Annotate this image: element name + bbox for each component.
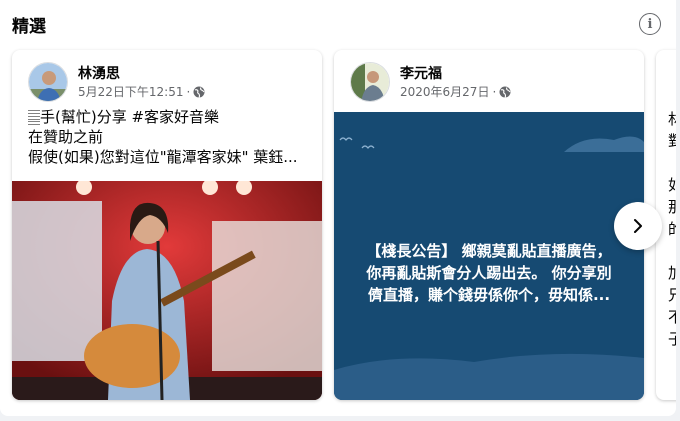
post-photo[interactable]	[12, 181, 322, 400]
post-text-background[interactable]: 【棧長公告】 鄉親莫亂貼直播廣告， 你再亂貼斯會分人踢出去。 你分享別 儕直播，…	[334, 112, 644, 400]
post-header: 林湧思 5月22日下午12:51 ·	[28, 62, 205, 102]
post-text: 𝄛手(幫忙)分享 #客家好音樂 在贊助之前 假使(如果)您對這位"龍潭客家妹" …	[28, 107, 318, 167]
info-icon[interactable]: i	[639, 13, 661, 35]
globe-icon	[499, 86, 511, 98]
featured-post-card[interactable]: 林湧思 5月22日下午12:51 · 𝄛手(幫忙)分享 #客家好音樂 在贊助之前…	[12, 50, 322, 400]
avatar[interactable]	[28, 62, 68, 102]
post-meta: 5月22日下午12:51 ·	[78, 84, 205, 100]
author-name[interactable]: 林湧思	[78, 65, 205, 83]
avatar[interactable]	[350, 62, 390, 102]
post-date[interactable]: 5月22日下午12:51	[78, 84, 184, 100]
section-title: 精選	[12, 16, 46, 37]
chevron-right-icon	[634, 219, 642, 233]
post-text-line: 𝄛手(幫忙)分享 #客家好音樂	[28, 108, 220, 126]
post-header: 李元福 2020年6月27日 ·	[350, 62, 511, 102]
globe-icon	[193, 86, 205, 98]
next-arrow-button[interactable]	[614, 202, 662, 250]
post-text-line: 你再亂貼斯會分人踢出去。 你分享別	[366, 264, 612, 282]
post-text-line: 假使(如果)您對這位"龍潭客家妹" 葉鈺...	[28, 148, 298, 166]
post-text-line: 在贊助之前	[28, 128, 104, 146]
post-text-line: 【棧長公告】 鄉親莫亂貼直播廣告，	[366, 242, 612, 260]
section-header: 精選	[12, 10, 46, 38]
post-date[interactable]: 2020年6月27日	[400, 84, 489, 100]
post-text: 【棧長公告】 鄉親莫亂貼直播廣告， 你再亂貼斯會分人踢出去。 你分享別 儕直播，…	[334, 240, 644, 306]
post-text-line: 儕直播，賺个錢毋係你个，毋知係...	[367, 286, 611, 304]
post-text: 林 對 如 那 的 加 兄 不 子	[668, 110, 676, 348]
author-name[interactable]: 李元福	[400, 65, 511, 83]
featured-post-card[interactable]: 李元福 2020年6月27日 · 【棧長公告】 鄉親莫亂貼直播廣告， 你再亂貼斯…	[334, 50, 644, 400]
post-meta: 2020年6月27日 ·	[400, 84, 511, 100]
featured-panel: 精選 i 林湧思 5月22日下午12:51 · 𝄛手(幫忙)分享 #客家好音樂 …	[0, 0, 676, 416]
